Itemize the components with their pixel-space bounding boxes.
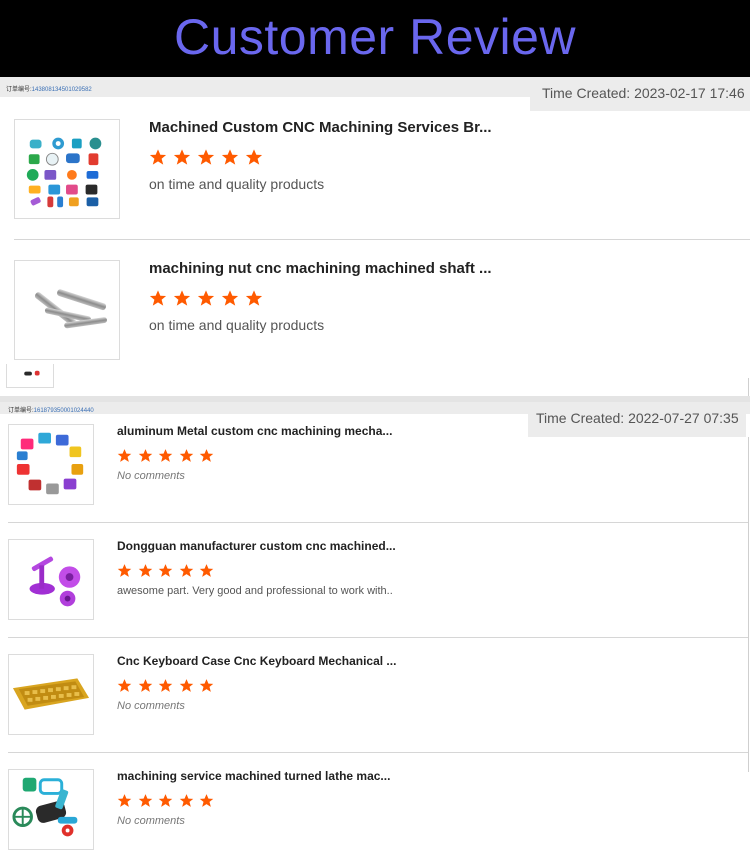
product-thumbnail[interactable] [8, 539, 94, 620]
star-icon [138, 679, 152, 692]
star-icon [245, 149, 263, 165]
scroll-edge [748, 437, 749, 772]
review-comment: No comments [117, 700, 185, 712]
product-title[interactable]: aluminum Metal custom cnc machining mech… [117, 424, 392, 438]
star-icon [158, 449, 173, 462]
star-rating [117, 793, 220, 808]
product-title[interactable]: machining nut cnc machining machined sha… [149, 260, 492, 277]
anodized-aluminum-parts-icon [16, 432, 84, 495]
product-title[interactable]: Dongguan manufacturer custom cnc machine… [117, 539, 396, 553]
star-icon [221, 149, 239, 165]
review-comment: awesome part. Very good and professional… [117, 585, 393, 597]
star-icon [158, 679, 173, 692]
star-icon [179, 679, 193, 692]
item-divider [8, 637, 748, 638]
star-icon [117, 794, 132, 807]
product-title[interactable]: Cnc Keyboard Case Cnc Keyboard Mechanica… [117, 654, 396, 668]
star-rating [117, 678, 220, 693]
item-divider [14, 239, 750, 240]
star-icon [199, 449, 214, 462]
item-divider [8, 522, 748, 523]
product-thumbnail[interactable] [8, 769, 94, 850]
star-icon [179, 794, 193, 807]
star-icon [197, 149, 215, 165]
review-comment: No comments [117, 470, 185, 482]
star-icon [149, 149, 167, 165]
product-thumbnail[interactable] [14, 119, 120, 219]
order-number: 订单编号:161879350001024440 [8, 408, 94, 414]
star-icon [158, 564, 173, 577]
product-thumbnail[interactable] [14, 260, 120, 360]
star-icon [199, 679, 214, 692]
star-icon [245, 290, 263, 306]
header-banner: Customer Review [0, 0, 750, 77]
time-created: Time Created: 2022-07-27 07:35 [528, 402, 746, 437]
star-icon [138, 794, 152, 807]
time-created: Time Created: 2023-02-17 17:46 [530, 77, 750, 111]
review-comment: on time and quality products [149, 317, 325, 333]
star-icon [173, 149, 191, 165]
star-rating [117, 563, 220, 578]
review-comment: on time and quality products [149, 176, 325, 192]
partial-thumbnail [6, 364, 54, 388]
product-title[interactable]: Machined Custom CNC Machining Services B… [149, 119, 492, 136]
star-icon [199, 794, 214, 807]
colorful-cnc-parts-icon [26, 137, 102, 208]
metal-shafts-icon [34, 289, 107, 329]
star-icon [117, 449, 132, 462]
star-rating [117, 448, 220, 463]
product-thumbnail[interactable] [8, 654, 94, 735]
product-fragment-icon [24, 370, 40, 376]
star-icon [199, 564, 214, 577]
purple-knob-parts-icon [29, 556, 81, 607]
star-rating [149, 289, 269, 307]
star-icon [138, 564, 152, 577]
star-icon [221, 290, 239, 306]
star-icon [197, 290, 215, 306]
star-icon [149, 290, 167, 306]
gold-keyboard-case-icon [12, 678, 90, 710]
item-divider [8, 752, 748, 753]
product-title[interactable]: machining service machined turned lathe … [117, 769, 390, 783]
review-comment: No comments [117, 815, 185, 827]
star-icon [138, 449, 152, 462]
turned-lathe-parts-icon [12, 777, 78, 837]
star-icon [173, 290, 191, 306]
star-icon [117, 679, 132, 692]
star-icon [117, 564, 132, 577]
product-thumbnail[interactable] [8, 424, 94, 505]
page-title: Customer Review [173, 9, 577, 65]
star-icon [158, 794, 173, 807]
star-icon [179, 449, 193, 462]
star-icon [179, 564, 193, 577]
star-rating [149, 148, 269, 166]
order-number: 订单编号:143808134501029582 [6, 87, 92, 93]
